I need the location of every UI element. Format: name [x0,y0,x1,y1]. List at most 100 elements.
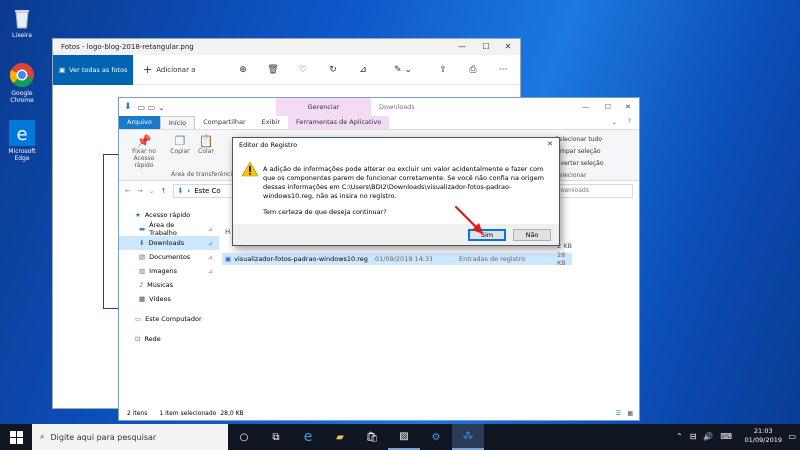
plus-icon: + [143,63,153,76]
taskbar-search-placeholder: Digite aqui para pesquisar [50,432,157,442]
keyboard-icon[interactable]: ⌨ [720,432,732,441]
print-icon[interactable]: ⎙ [458,65,488,75]
group-header: H [225,228,231,236]
context-tab-group: Gerenciar [276,98,371,116]
task-view-icon[interactable]: ⧉ [260,424,292,450]
registry-taskbar-icon[interactable]: ⚙ [420,424,452,450]
up-icon[interactable]: ↑ [161,187,167,195]
maximize-button[interactable]: ☐ [605,103,611,111]
maximize-button[interactable]: ☐ [476,39,496,55]
network-tray-icon[interactable]: ⊟ [690,432,697,441]
tiles-view-icon[interactable]: ▦ [627,410,633,417]
tab-exibir[interactable]: Exibir [254,116,288,129]
down-arrow-icon: ⬇ [124,102,132,112]
select-all-button[interactable]: Selecionar tudo [555,134,604,146]
share-icon[interactable]: ⇪ [428,65,458,75]
photo-icon: ▣ [59,65,66,74]
minimize-button[interactable]: — [582,103,589,111]
address-text: Este Co [194,187,221,195]
volume-icon[interactable]: 🔊 [703,432,713,441]
photos-taskbar-icon[interactable]: ▨ [388,424,420,450]
explorer-titlebar: ⬇ ▭ ▭ ⌄ Gerenciar Downloads — ☐ ✕ [119,98,639,116]
cortana-icon[interactable]: ○ [228,424,260,450]
paste-button[interactable]: 📋 Colar [195,134,217,155]
chevron-up-icon[interactable]: ⌃ [676,432,683,441]
edit-create-icon[interactable]: ✎ ⌄ [378,65,428,75]
close-button[interactable]: ✕ [498,39,518,55]
close-button[interactable]: ✕ [547,140,553,148]
videos-icon: ▦ [139,295,146,303]
nav-desktop[interactable]: ▬ Área de Trabalho ⊿ [119,221,219,237]
pin-button[interactable]: 📌 Fixar no Acesso rápido [125,134,163,169]
recent-chevron-icon[interactable]: ⌄ [149,187,155,195]
forward-icon[interactable]: → [137,187,143,195]
clock[interactable]: 21:03 01/09/2019 [745,427,782,445]
no-button[interactable]: Não [513,229,551,241]
desktop-icon-label: Google Chrome [10,90,34,104]
add-to-button[interactable]: + Adicionar a [133,63,228,76]
help-icon[interactable]: ? [628,117,631,125]
tab-ferramentas[interactable]: Ferramentas de Aplicativo [288,116,390,129]
nav-label: Este Computador [145,315,202,323]
file-name: visualizador-fotos-padrao-windows10.reg [234,255,368,263]
desktop-icon-edge[interactable]: e Microsoft Edge [4,120,40,162]
taskbar: ⌕ Digite aqui para pesquisar ○ ⧉ e ▰ 🛍 ▨… [0,424,800,450]
pin-icon: ⊿ [207,225,213,233]
view-all-photos-button[interactable]: ▣ Ver todas as fotos [53,54,133,85]
nav-documents[interactable]: ▤ Documentos ⊿ [119,250,219,264]
file-size: 28 KB [557,251,566,267]
details-view-icon[interactable]: ☰ [616,410,621,417]
registry-editor-taskbar-icon[interactable]: ⁂ [452,424,484,450]
heart-icon[interactable]: ♡ [288,65,318,75]
star-icon: ★ [135,211,141,219]
pin-icon: 📌 [136,134,152,148]
svg-text:e: e [16,124,27,145]
notifications-icon[interactable]: ▭ [788,432,796,441]
nav-label: Área de Trabalho [149,221,177,237]
edge-taskbar-icon[interactable]: e [292,424,324,450]
photos-toolbar: ▣ Ver todas as fotos + Adicionar a ⊕ 🗑 ♡… [53,54,520,85]
back-icon[interactable]: ← [125,187,131,195]
tab-compartilhar[interactable]: Compartilhar [195,116,254,129]
tab-inicio[interactable]: Início [159,116,196,129]
close-button[interactable]: ✕ [625,103,631,111]
nav-images[interactable]: ▨ Imagens ⊿ [119,264,219,278]
desktop-icon-recycle-bin[interactable]: Lixeira [4,4,40,39]
search-icon: ⌕ [40,432,45,441]
copy-button[interactable]: ❐ Copiar [169,134,191,155]
windows-start-icon[interactable] [0,424,32,450]
paste-label: Colar [198,148,214,155]
nav-this-pc[interactable]: ▭ Este Computador [119,312,219,326]
search-field[interactable]: Downloads [551,184,633,198]
invert-selection-button[interactable]: Inverter seleção [555,158,604,170]
taskbar-search[interactable]: ⌕ Digite aqui para pesquisar [32,424,228,450]
recycle-bin-icon [9,4,35,30]
crop-icon[interactable]: ⊿ [348,65,378,75]
clear-selection-button[interactable]: Limpar seleção [555,146,604,158]
desktop-icon-chrome[interactable]: Google Chrome [4,62,40,104]
more-icon[interactable]: ⋯ [488,65,518,75]
file-explorer-taskbar-icon[interactable]: ▰ [324,424,356,450]
desktop-icon-label: Microsoft Edge [8,148,36,162]
file-row-selected[interactable]: ▣ visualizador-fotos-padrao-windows10.re… [222,251,572,267]
clock-date: 01/09/2019 [744,436,782,444]
desktop-folder-icon: ▬ [139,225,146,233]
delete-icon[interactable]: 🗑 [258,65,288,75]
nav-videos[interactable]: ▦ Vídeos [119,292,219,306]
dialog-question: Tem certeza de que deseja continuar? [263,208,387,216]
tab-arquivo[interactable]: Arquivo [119,116,160,129]
rotate-icon[interactable]: ↻ [318,65,348,75]
nav-music[interactable]: ♪ Músicas [119,278,219,292]
dialog-button-bar: Sim Não [233,224,559,245]
zoom-icon[interactable]: ⊕ [228,65,258,75]
nav-network[interactable]: ⊡ Rede [119,332,219,346]
minimize-button[interactable]: — [452,39,472,55]
pin-icon: ⊿ [207,239,213,247]
edge-icon: e [9,120,35,146]
nav-quick-access[interactable]: ★ Acesso rápido [119,208,219,222]
chevron-down-icon[interactable]: ⌄ [612,118,617,126]
store-taskbar-icon[interactable]: 🛍 [356,424,388,450]
quick-access-toolbar-icon[interactable]: ▭ ▭ ⌄ [138,103,165,112]
nav-downloads[interactable]: ⬇ Downloads ⊿ [119,236,219,250]
clock-time: 21:03 [753,427,773,435]
